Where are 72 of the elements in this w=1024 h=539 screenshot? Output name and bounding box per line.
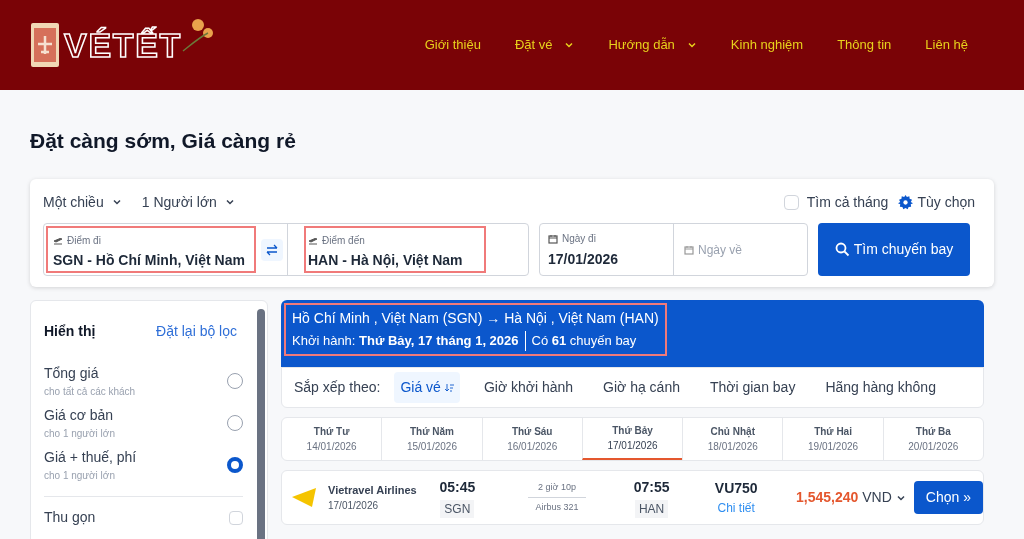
nav-link[interactable]: Thông tin — [837, 35, 892, 55]
airline-logo-icon — [292, 487, 316, 508]
scrollbar[interactable] — [257, 309, 265, 539]
logo-text[interactable]: VÉTẾT — [64, 19, 183, 71]
ticket-plane-icon — [30, 22, 60, 68]
route-title: Hồ Chí Minh , Việt Nam (SGN) → Hà Nội , Việt Nam (HAN) — [292, 309, 659, 328]
date-tab[interactable]: Thứ Hai 19/01/2026 — [782, 418, 883, 460]
checkbox-label: Tìm cả tháng — [806, 192, 889, 212]
price: 1,545,240 — [795, 488, 859, 507]
plane-takeoff-icon — [308, 236, 318, 245]
nav-link[interactable]: Hướng dẫn — [608, 35, 697, 55]
reset-filter-link[interactable]: Đặt lại bộ lọc — [156, 321, 237, 342]
arrival-time: 07:55 — [633, 478, 670, 497]
search-button[interactable]: Tìm chuyến bay — [818, 223, 970, 276]
field-value: SGN - Hồ Chí Minh, Việt Nam — [53, 251, 246, 270]
field-value: HAN - Hà Nội, Việt Nam — [308, 251, 464, 270]
sort-label: Sắp xếp theo: — [294, 378, 381, 397]
sort-option[interactable]: Giờ khởi hành — [477, 372, 580, 403]
flight-date: 17/01/2026 — [328, 499, 380, 514]
flight-count: Có 61 chuyến bay — [530, 332, 637, 350]
nav-link[interactable]: Giới thiệu — [424, 35, 481, 55]
nav-link[interactable]: Liên hệ — [925, 35, 968, 55]
option-label: Thu gọn — [44, 508, 96, 527]
option-label: Giá cơ bản — [44, 406, 115, 425]
sort-option[interactable]: Thời gian bay — [703, 372, 802, 403]
airport-code: SGN — [440, 500, 475, 518]
checkbox[interactable] — [783, 194, 799, 210]
date-tab[interactable]: Thứ Bảy 17/01/2026 — [581, 418, 683, 460]
option-note: cho 1 người lớn — [44, 469, 116, 483]
details-link[interactable]: Chi tiết — [717, 499, 755, 517]
airport-code: HAN — [634, 500, 669, 518]
sort-option[interactable]: Hãng hàng không — [819, 372, 942, 403]
select-button[interactable]: Chọn » — [913, 481, 983, 514]
field-label: Điểm đi — [67, 234, 101, 248]
page-title: Đặt càng sớm, Giá càng rẻ — [30, 128, 297, 154]
swap-icon — [265, 243, 278, 256]
airline-name: Vietravel Airlines — [328, 482, 417, 498]
chevron-down-icon — [224, 197, 235, 207]
departure-time: 05:45 — [439, 478, 476, 497]
date-tab[interactable]: Thứ Sáu 16/01/2026 — [481, 418, 582, 460]
date-tab[interactable]: Chủ Nhật 18/01/2026 — [682, 418, 783, 460]
nav-link[interactable]: Đặt vé — [514, 35, 575, 55]
gear-icon — [898, 194, 914, 210]
plane-takeoff-icon — [53, 236, 63, 245]
destination-field[interactable]: Điểm đến HAN - Hà Nội, Việt Nam — [304, 226, 486, 273]
origin-field[interactable]: Điểm đi SGN - Hồ Chí Minh, Việt Nam — [46, 226, 256, 273]
trip-type-dropdown[interactable]: Một chiều — [43, 191, 122, 213]
departure-info: Khởi hành: Thứ Bảy, 17 tháng 1, 2026 — [292, 331, 526, 351]
search-icon — [834, 242, 850, 257]
filter-heading: Hiển thị — [44, 322, 96, 341]
radio-button[interactable] — [227, 457, 243, 473]
date-tab[interactable]: Thứ Ba 20/01/2026 — [882, 418, 983, 460]
option-label: Tổng giá — [44, 364, 100, 383]
field-label: Điểm đến — [322, 234, 365, 248]
swap-button[interactable] — [260, 238, 283, 261]
date-tab[interactable]: Thứ Năm 15/01/2026 — [381, 418, 482, 460]
sort-option[interactable]: Giờ hạ cánh — [597, 372, 686, 403]
aircraft-type: Airbus 321 — [535, 500, 579, 514]
options-button[interactable]: Tùy chọn — [898, 191, 975, 213]
passenger-dropdown[interactable]: 1 Người lớn — [141, 191, 235, 213]
date-tab[interactable]: Thứ Tư 14/01/2026 — [282, 418, 382, 460]
flight-number: VU750 — [714, 479, 758, 498]
checkbox[interactable] — [229, 510, 243, 525]
currency-dropdown[interactable]: VND — [862, 487, 906, 508]
nav-link[interactable]: Kinh nghiệm — [730, 35, 804, 55]
option-note: cho tất cả các khách — [44, 385, 136, 399]
flight-duration: 2 giờ 10p — [527, 481, 586, 498]
chevron-down-icon — [111, 197, 122, 207]
sort-icon — [444, 383, 454, 392]
option-label: Giá + thuế, phí — [44, 448, 137, 467]
sort-option[interactable]: Giá vé — [394, 372, 460, 403]
option-note: cho 1 người lớn — [44, 427, 115, 441]
